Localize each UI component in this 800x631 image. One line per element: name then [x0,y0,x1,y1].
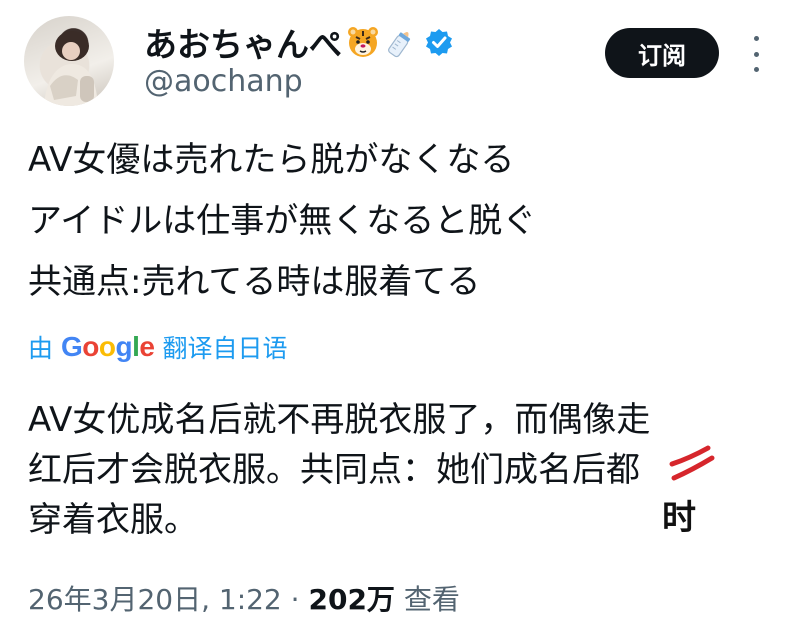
more-dot [753,51,759,57]
translated-text-line: 红后才会脱衣服。共同点：她们成名后都 [28,450,640,490]
tweet-text-line: 共通点:売れてる時は服着てる [28,262,481,302]
verified-badge-icon [426,29,452,56]
view-count: 202万 [308,583,395,616]
tweet-text-line: アイドルは仕事が無くなると脱ぐ [28,201,537,241]
tweet-meta: 26年3月20日, 1:22 · 202万 查看 [28,578,460,618]
more-dot [753,36,759,41]
baby-bottle-emoji [388,31,411,58]
tweet-text-line: AV女優は売れたら脱がなくなる [28,140,515,180]
handwritten-strikethrough [669,445,715,481]
tiger-face-emoji [348,27,378,57]
tweet-timestamp[interactable]: 26年3月20日, 1:22 [28,583,282,616]
translation-prefix: 由 [28,334,54,363]
handwritten-correction: 时 [662,498,696,538]
avatar[interactable] [24,16,114,106]
translation-attribution[interactable]: 由 Google 翻译自日语 [28,330,288,364]
meta-separator: · [290,583,300,616]
user-handle[interactable]: @aochanp [144,64,303,99]
more-dot [753,67,759,72]
google-logo: Google [61,331,155,362]
avatar-photo [44,31,98,106]
view-label: 查看 [403,583,460,616]
translation-suffix: 翻译自日语 [162,334,288,363]
translated-text-line: 穿着衣服。 [28,500,198,540]
translated-text-line: AV女优成名后就不再脱衣服了，而偶像走 [28,400,651,440]
display-name[interactable]: あおちゃんぺ [144,18,454,66]
tweet-header: あおちゃんぺ @aochanp 订阅 [0,0,800,120]
more-options-icon[interactable] [746,36,766,72]
subscribe-button[interactable]: 订阅 [605,28,719,78]
display-name-text: あおちゃんぺ [144,25,342,64]
